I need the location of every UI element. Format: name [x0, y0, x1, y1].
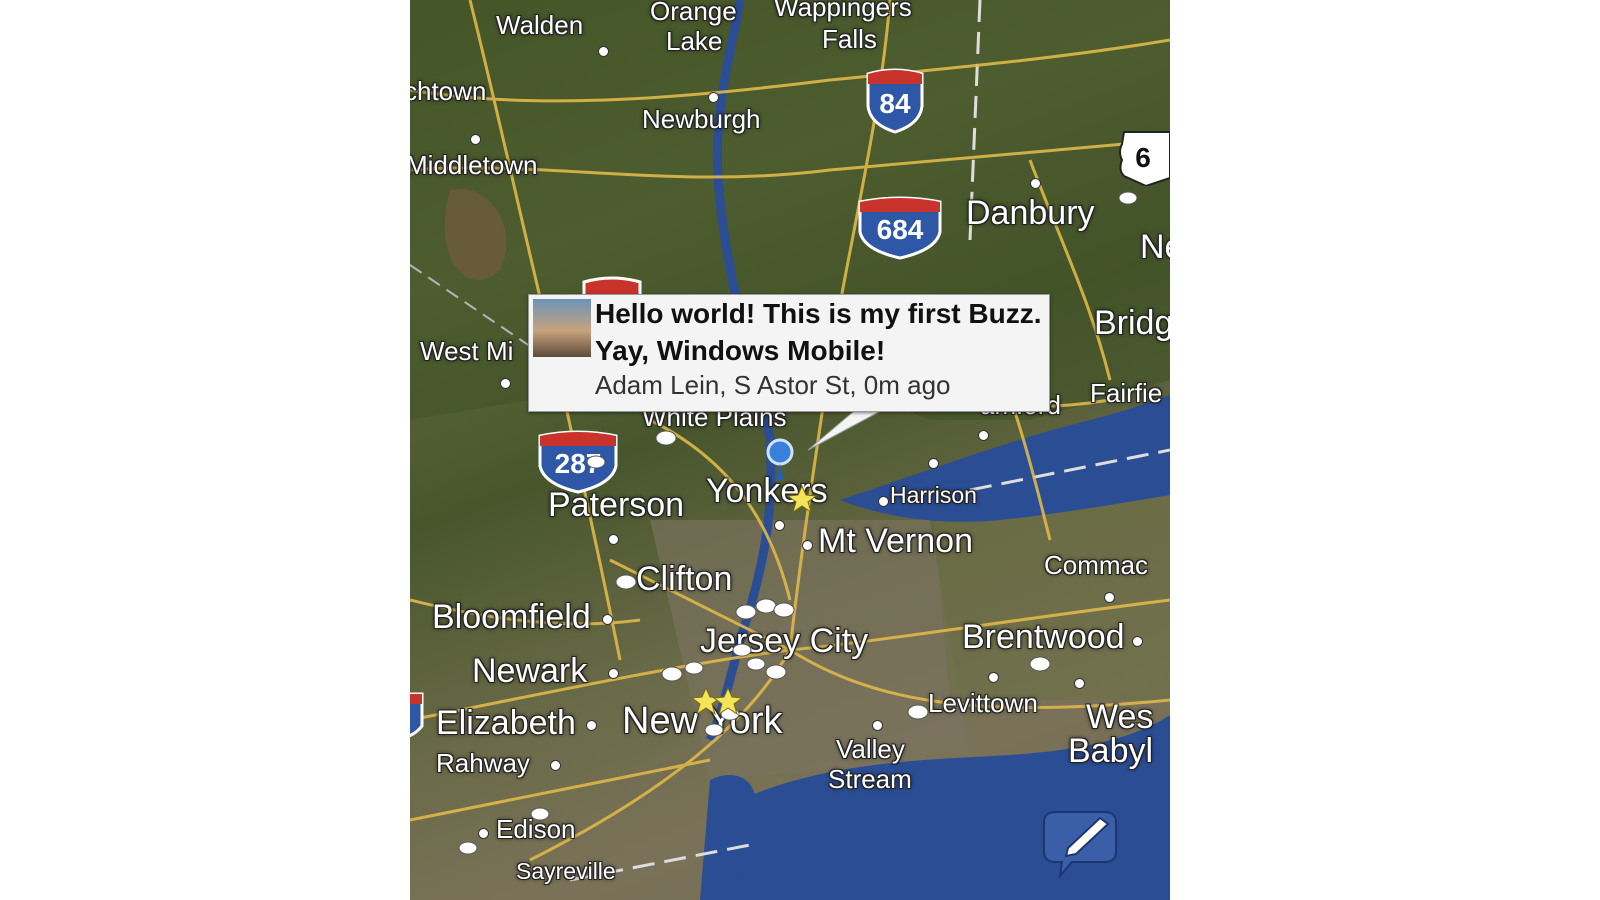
compose-buzz-icon: [1043, 811, 1117, 880]
buzz-meta: Adam Lein, S Astor St, 0m ago: [595, 370, 951, 400]
compose-buzz-button[interactable]: [1038, 808, 1122, 880]
buzz-popup[interactable]: Hello world! This is my first Buzz. Yay,…: [528, 294, 1050, 412]
avatar: [533, 299, 591, 357]
map-view[interactable]: Walden Orange Lake Wappingers Falls chto…: [410, 0, 1170, 900]
buzz-message: Hello world! This is my first Buzz. Yay,…: [595, 298, 1042, 366]
buzz-markers[interactable]: [410, 0, 1170, 900]
